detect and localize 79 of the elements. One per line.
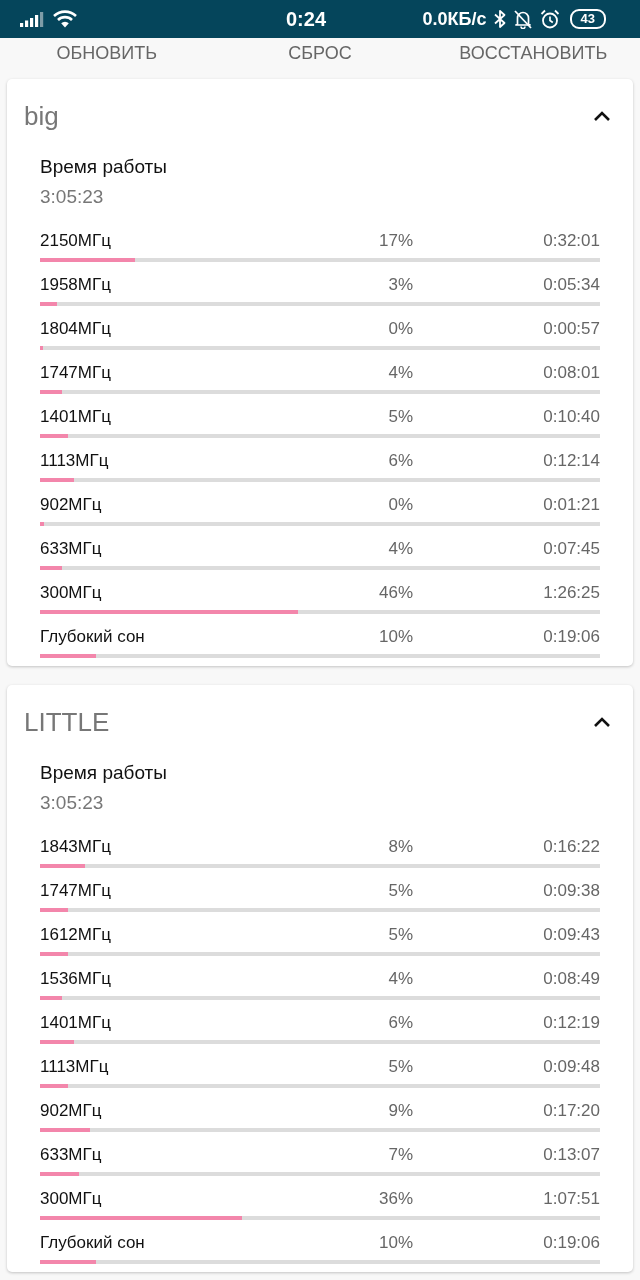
duration-text: 0:19:06 bbox=[542, 1232, 600, 1254]
percentage-text: 6% bbox=[387, 1012, 413, 1034]
frequency-label: 2150МГц bbox=[40, 230, 112, 252]
duration-text: 1:26:25 bbox=[542, 582, 600, 604]
wifi-icon bbox=[52, 10, 78, 28]
percentage-text: 4% bbox=[387, 538, 413, 560]
frequency-label: 300МГц bbox=[40, 1188, 103, 1210]
frequency-label: 902МГц bbox=[40, 494, 103, 516]
percentage-text: 10% bbox=[377, 626, 413, 648]
frequency-label: 300МГц bbox=[40, 582, 103, 604]
frequency-label: Глубокий сон bbox=[40, 626, 146, 648]
frequency-label: 633МГц bbox=[40, 1144, 103, 1166]
duration-text: 0:09:48 bbox=[542, 1056, 600, 1078]
chevron-icon[interactable] bbox=[593, 110, 611, 122]
clock-time: 0:24 bbox=[286, 7, 327, 31]
duration-text: 0:08:01 bbox=[542, 362, 600, 384]
duration-text: 0:09:43 bbox=[542, 924, 600, 946]
duration-text: 0:32:01 bbox=[542, 230, 600, 252]
frequency-label: Глубокий сон bbox=[40, 1232, 146, 1254]
network-speed: 0.0КБ/с bbox=[422, 8, 487, 30]
cluster-title: big bbox=[24, 100, 59, 132]
duration-text: 0:13:07 bbox=[542, 1144, 600, 1166]
bluetooth-icon bbox=[493, 9, 506, 29]
duration-text: 0:08:49 bbox=[542, 968, 600, 990]
percentage-text: 46% bbox=[377, 582, 413, 604]
refresh-button[interactable]: ОБНОВИТЬ bbox=[50, 39, 163, 67]
duration-text: 0:07:45 bbox=[542, 538, 600, 560]
duration-text: 0:19:06 bbox=[542, 626, 600, 648]
frequency-label: 1747МГц bbox=[40, 880, 112, 902]
percentage-text: 6% bbox=[387, 450, 413, 472]
frequency-label: 1843МГц bbox=[40, 836, 112, 858]
percentage-text: 9% bbox=[387, 1100, 413, 1122]
frequency-label: 1958МГц bbox=[40, 274, 112, 296]
reset-button[interactable]: СБРОС bbox=[282, 39, 358, 67]
duration-text: 0:05:34 bbox=[542, 274, 600, 296]
uptime-label: Время работы bbox=[40, 155, 168, 179]
duration-text: 0:00:57 bbox=[542, 318, 600, 340]
duration-text: 0:12:19 bbox=[542, 1012, 600, 1034]
percentage-text: 4% bbox=[387, 968, 413, 990]
percentage-text: 0% bbox=[387, 318, 413, 340]
duration-text: 0:09:38 bbox=[542, 880, 600, 902]
cluster-title: LITTLE bbox=[24, 706, 110, 738]
frequency-label: 902МГц bbox=[40, 1100, 103, 1122]
percentage-text: 3% bbox=[387, 274, 413, 296]
frequency-label: 1113МГц bbox=[40, 450, 110, 472]
frequency-label: 1612МГц bbox=[40, 924, 112, 946]
frequency-label: 633МГц bbox=[40, 538, 103, 560]
percentage-text: 7% bbox=[387, 1144, 413, 1166]
duration-text: 1:07:51 bbox=[542, 1188, 600, 1210]
alarm-clock-icon bbox=[539, 9, 560, 29]
duration-text: 0:12:14 bbox=[542, 450, 600, 472]
frequency-label: 1804МГц bbox=[40, 318, 112, 340]
uptime-label: Время работы bbox=[40, 761, 168, 785]
percentage-text: 5% bbox=[387, 1056, 413, 1078]
percentage-text: 0% bbox=[387, 494, 413, 516]
uptime-value: 3:05:23 bbox=[40, 185, 105, 209]
percentage-text: 17% bbox=[377, 230, 413, 252]
percentage-text: 5% bbox=[387, 924, 413, 946]
duration-text: 0:10:40 bbox=[542, 406, 600, 428]
duration-text: 0:01:21 bbox=[542, 494, 600, 516]
percentage-text: 8% bbox=[387, 836, 413, 858]
percentage-text: 5% bbox=[387, 880, 413, 902]
duration-text: 0:16:22 bbox=[542, 836, 600, 858]
signal-icon bbox=[20, 11, 44, 27]
frequency-label: 1401МГц bbox=[40, 1012, 112, 1034]
percentage-text: 5% bbox=[387, 406, 413, 428]
duration-text: 0:17:20 bbox=[542, 1100, 600, 1122]
percentage-text: 36% bbox=[377, 1188, 413, 1210]
bell-off-icon bbox=[512, 9, 533, 29]
uptime-value: 3:05:23 bbox=[40, 791, 105, 815]
chevron-icon[interactable] bbox=[593, 716, 611, 728]
percentage-text: 10% bbox=[377, 1232, 413, 1254]
percentage-text: 4% bbox=[387, 362, 413, 384]
frequency-label: 1747МГц bbox=[40, 362, 112, 384]
frequency-label: 1536МГц bbox=[40, 968, 112, 990]
frequency-label: 1401МГц bbox=[40, 406, 112, 428]
frequency-label: 1113МГц bbox=[40, 1056, 110, 1078]
battery-indicator: 43 bbox=[569, 9, 606, 29]
restore-button[interactable]: ВОССТАНОВИТЬ bbox=[453, 39, 614, 67]
